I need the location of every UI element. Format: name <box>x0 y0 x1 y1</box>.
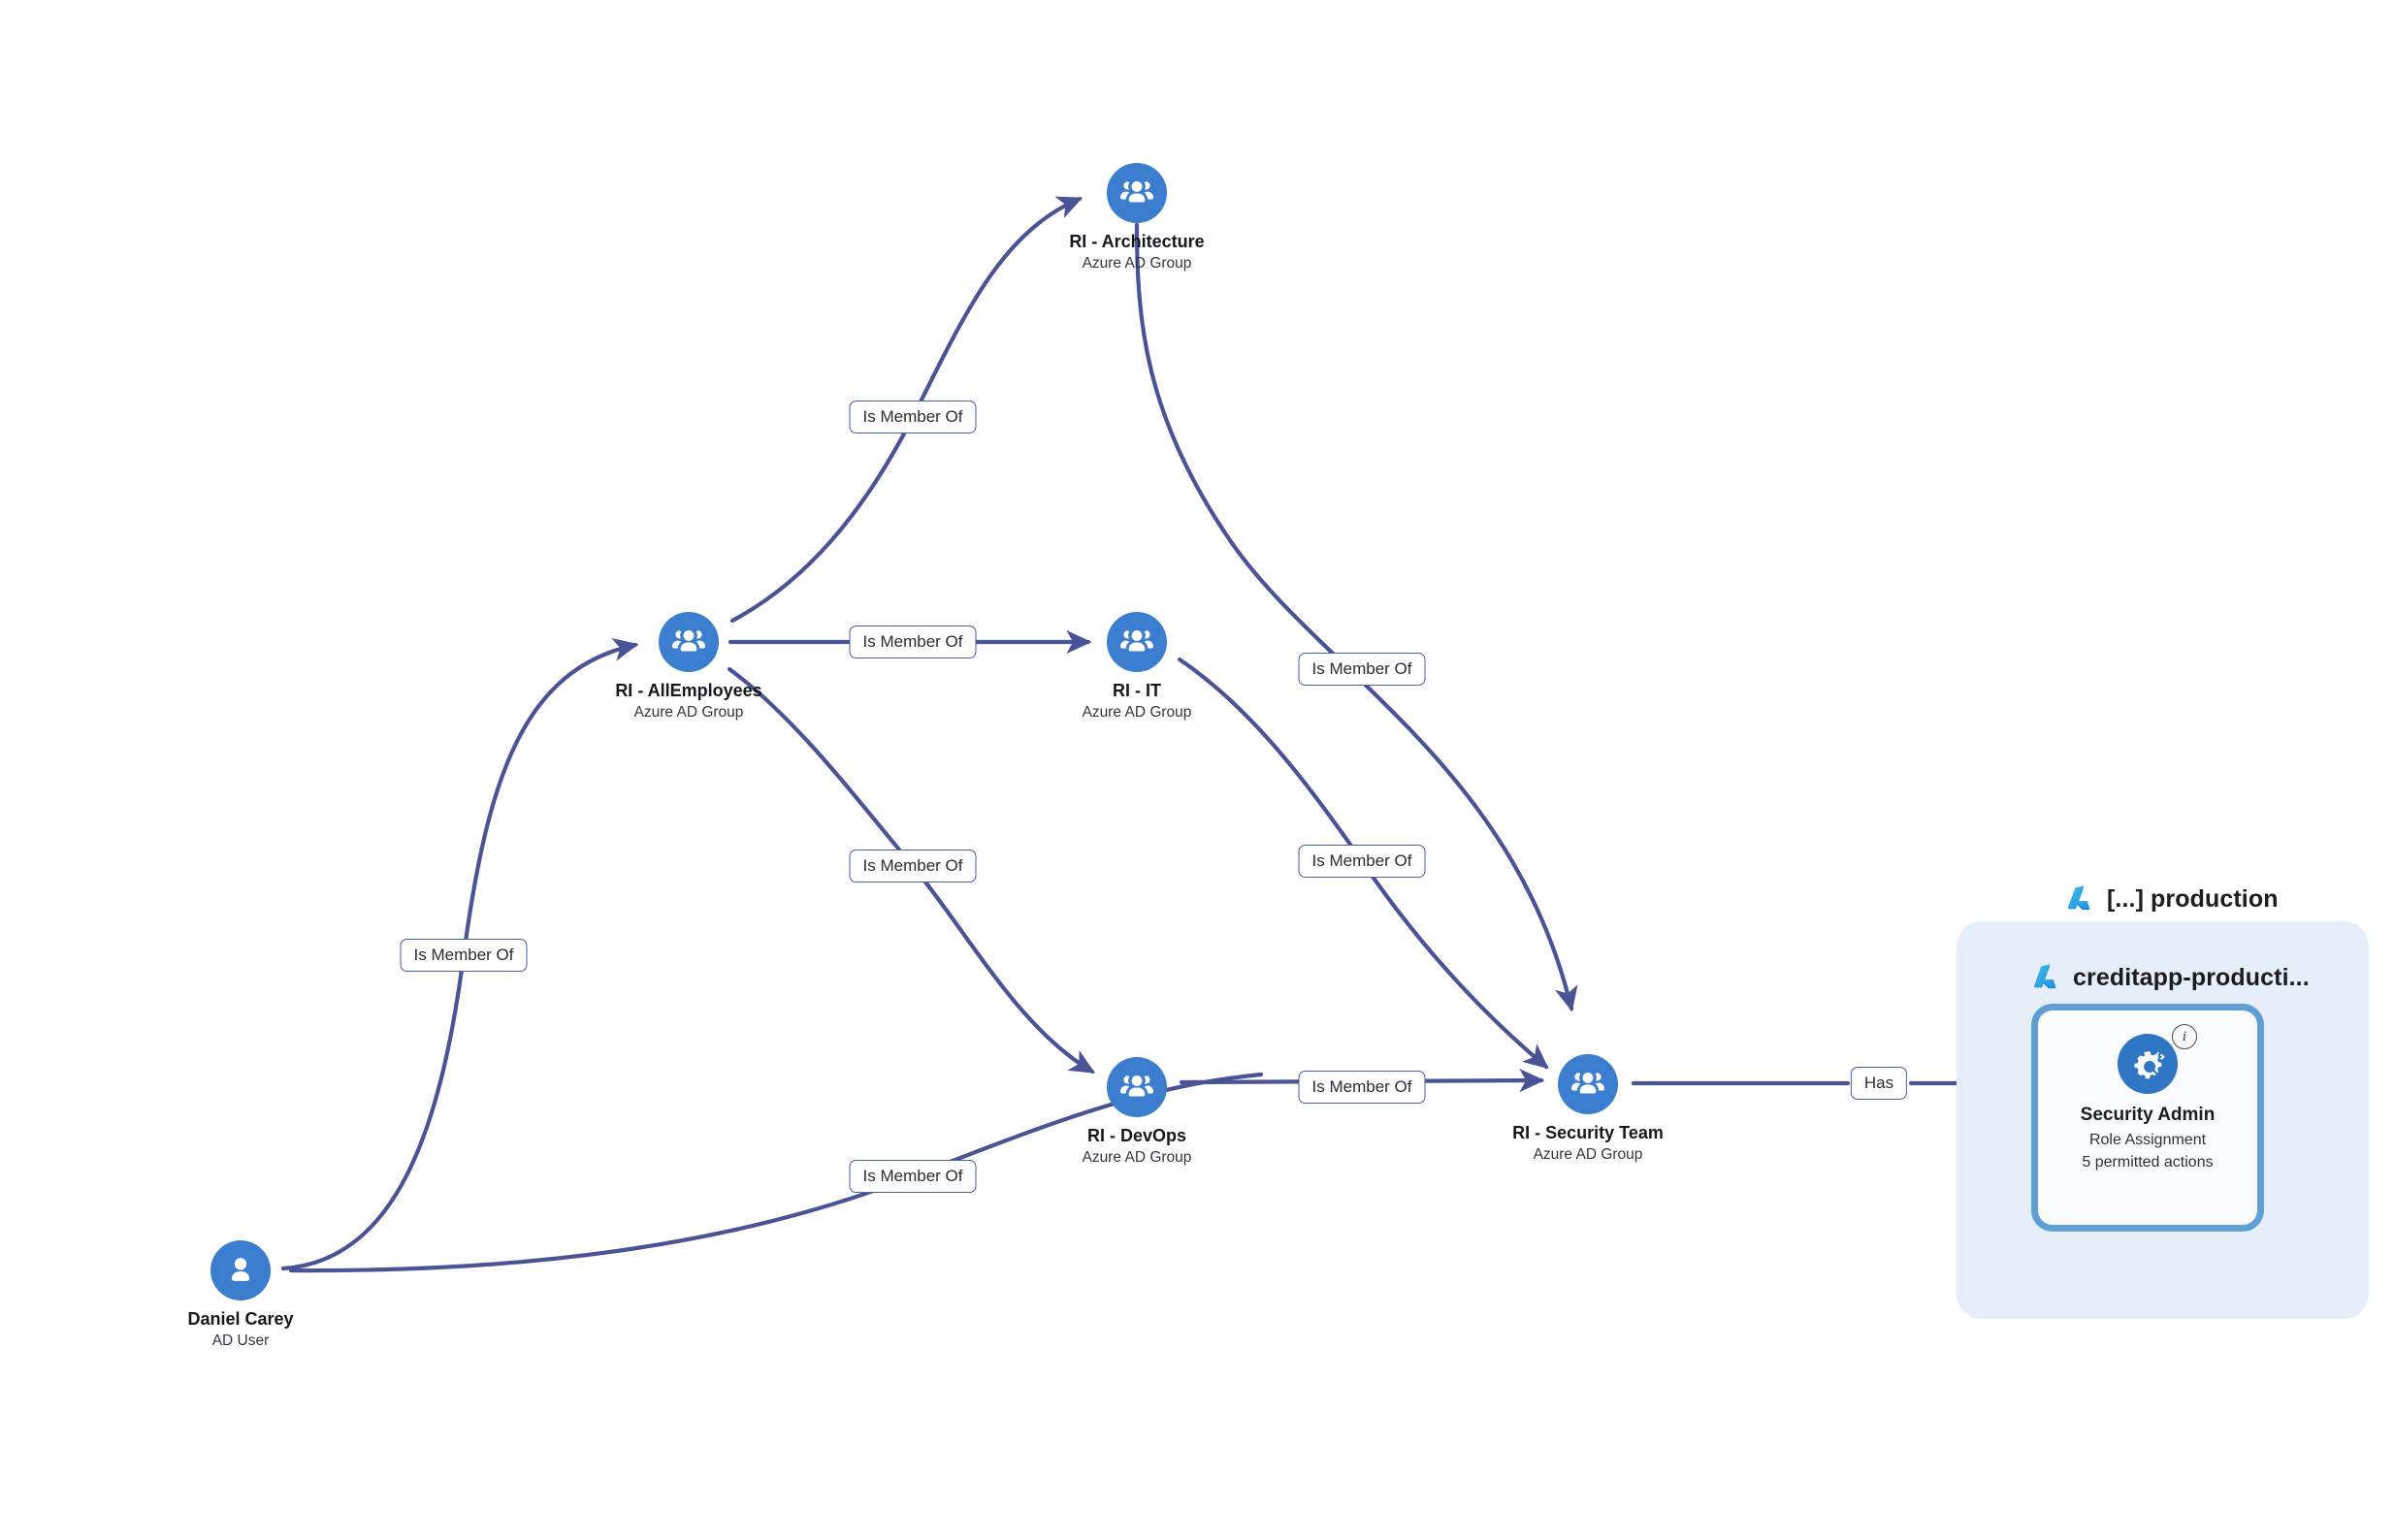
graph-node-allemployees[interactable]: RI - AllEmployees Azure AD Group <box>563 612 815 722</box>
node-subtitle: AD User <box>211 1332 270 1349</box>
node-title: RI - DevOps <box>1086 1126 1187 1145</box>
graph-node-it[interactable]: RI - IT Azure AD Group <box>1011 612 1263 722</box>
edge-label-allemployees-to-it[interactable]: Is Member Of <box>849 626 977 658</box>
edge-label-daniel-to-securityteam[interactable]: Is Member Of <box>849 1160 977 1193</box>
edge-label-architecture-to-securityteam[interactable]: Is Member Of <box>1298 653 1426 686</box>
subscription-label: [...] production <box>2107 884 2279 913</box>
azure-logo-icon <box>2032 963 2061 992</box>
node-subtitle: Azure AD Group <box>633 704 744 721</box>
node-title: Daniel Carey <box>187 1309 294 1329</box>
graph-node-devops[interactable]: RI - DevOps Azure AD Group <box>1011 1057 1263 1167</box>
graph-node-daniel-carey[interactable]: Daniel Carey AD User <box>114 1240 367 1350</box>
node-title: RI - Architecture <box>1069 232 1205 251</box>
node-title: RI - AllEmployees <box>615 681 762 700</box>
graph-node-architecture[interactable]: RI - Architecture Azure AD Group <box>1011 163 1263 273</box>
edge-label-devops-to-securityteam[interactable]: Is Member Of <box>1298 1071 1426 1104</box>
node-subtitle: Azure AD Group <box>1533 1146 1643 1163</box>
group-of-people-icon <box>1107 612 1167 672</box>
node-title: RI - Security Team <box>1512 1123 1664 1142</box>
role-permissions: 5 permitted actions <box>2082 1153 2214 1171</box>
azure-logo-icon <box>2066 884 2095 914</box>
node-subtitle: Azure AD Group <box>1082 255 1192 272</box>
edge-label-it-to-securityteam[interactable]: Is Member Of <box>1298 845 1426 878</box>
resource-group-label: creditapp-producti... <box>2073 963 2310 991</box>
role-type: Role Assignment <box>2088 1132 2207 1148</box>
gear-code-role-icon <box>2118 1034 2178 1094</box>
security-admin-role-card[interactable]: i Security Admin Role Assignment 5 permi… <box>2031 1004 2264 1232</box>
subscription-header: [...] production <box>2066 884 2279 914</box>
edge-label-securityteam-to-securityadmin[interactable]: Has <box>1850 1067 1908 1100</box>
node-subtitle: Azure AD Group <box>1082 1149 1192 1166</box>
resource-group-header: creditapp-producti... <box>2032 963 2310 992</box>
identity-graph-canvas: [...] production creditapp-producti... i… <box>0 0 2394 1540</box>
edge-label-allemployees-to-devops[interactable]: Is Member Of <box>849 850 977 882</box>
node-subtitle: Azure AD Group <box>1082 704 1192 721</box>
group-of-people-icon <box>1107 1057 1167 1117</box>
role-icon-wrap: i <box>2118 1024 2197 1094</box>
info-icon[interactable]: i <box>2172 1024 2197 1049</box>
graph-node-security-team[interactable]: RI - Security Team Azure AD Group <box>1462 1054 1714 1164</box>
role-name: Security Admin <box>2080 1105 2216 1125</box>
single-user-icon <box>210 1240 271 1300</box>
group-of-people-icon <box>1107 163 1167 223</box>
edge-label-daniel-to-allemployees[interactable]: Is Member Of <box>400 939 528 972</box>
group-of-people-icon <box>1558 1054 1618 1114</box>
group-of-people-icon <box>659 612 719 672</box>
edge-label-allemployees-to-architecture[interactable]: Is Member Of <box>849 401 977 433</box>
node-title: RI - IT <box>1113 681 1161 700</box>
